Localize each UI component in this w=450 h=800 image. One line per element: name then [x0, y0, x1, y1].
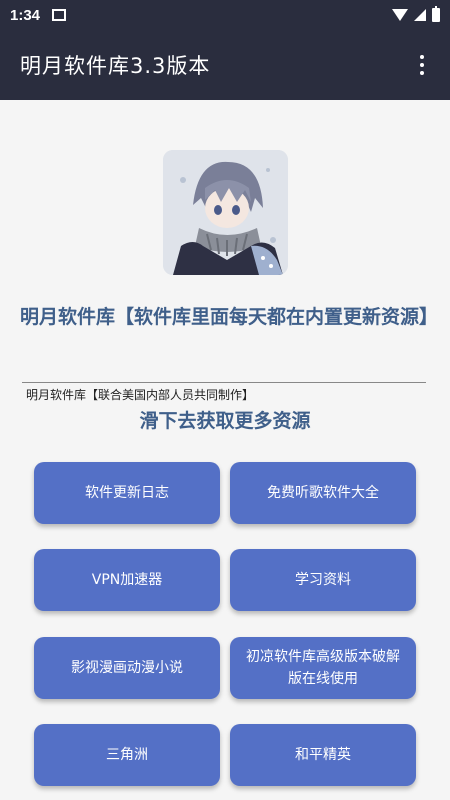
scroll-hint: 滑下去获取更多资源 — [139, 410, 311, 432]
status-icons — [392, 6, 440, 22]
delta-force-button[interactable]: 三角洲 — [34, 724, 220, 786]
vpn-button[interactable]: VPN加速器 — [34, 549, 220, 611]
divider — [22, 382, 426, 383]
image-notification-icon — [52, 9, 67, 21]
overflow-menu-icon[interactable] — [414, 49, 430, 81]
study-materials-button[interactable]: 学习资料 — [230, 549, 416, 611]
status-bar: 1:34 — [0, 0, 450, 30]
update-log-button[interactable]: 软件更新日志 — [34, 462, 220, 524]
caption-text: 明月软件库【联合美国内部人员共同制作】 — [26, 388, 255, 402]
avatar — [163, 150, 288, 275]
app-bar: 明月软件库3.3版本 — [0, 30, 450, 100]
signal-icon — [414, 9, 426, 21]
wifi-icon — [392, 9, 408, 21]
status-time: 1:34 — [10, 6, 41, 24]
battery-icon — [432, 6, 440, 22]
peace-elite-button[interactable]: 和平精英 — [230, 724, 416, 786]
premium-version-button[interactable]: 初凉软件库高级版本破解版在线使用 — [230, 637, 416, 699]
free-music-button[interactable]: 免费听歌软件大全 — [230, 462, 416, 524]
app-title: 明月软件库3.3版本 — [20, 54, 211, 78]
headline: 明月软件库【软件库里面每天都在内置更新资源】 — [20, 306, 439, 328]
media-novels-button[interactable]: 影视漫画动漫小说 — [34, 637, 220, 699]
